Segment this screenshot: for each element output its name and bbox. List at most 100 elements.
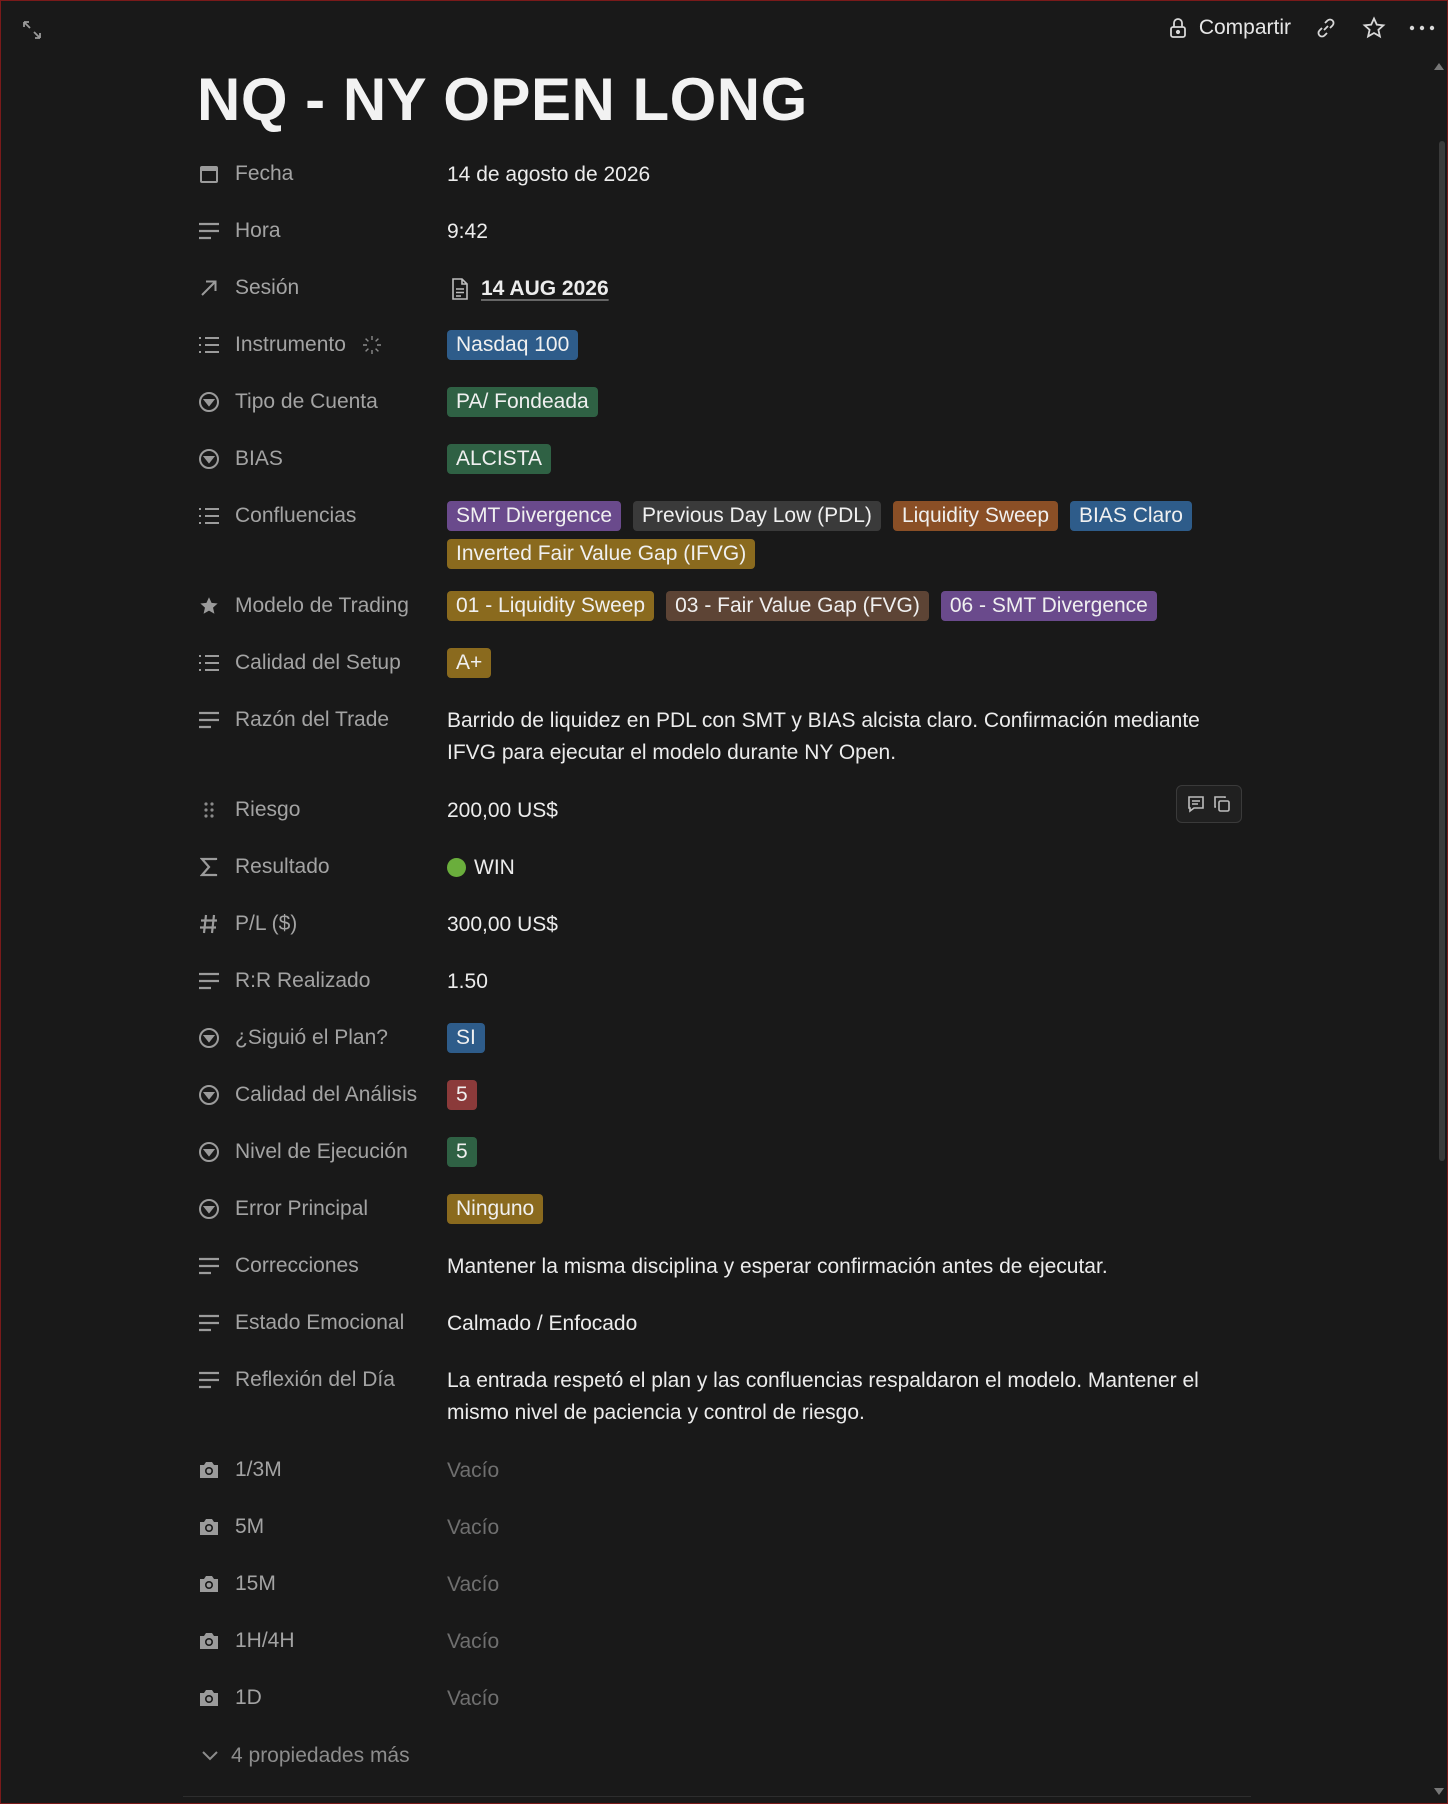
property-label[interactable]: Calidad del Análisis [197,1070,447,1120]
tipo-cuenta-tags[interactable]: PA/ Fondeada [447,377,598,417]
property-label[interactable]: ¿Siguió el Plan? [197,1013,447,1063]
property-label[interactable]: Resultado [197,842,447,892]
pl-value[interactable]: 300,00 US$ [447,899,1242,941]
sigma-icon [197,855,221,879]
property-label[interactable]: Modelo de Trading [197,581,447,631]
sesion-value: 14 AUG 2026 [481,277,609,300]
property-label[interactable]: Error Principal [197,1184,447,1234]
comment-icon[interactable] [1183,791,1209,817]
resultado-value[interactable]: WIN [447,842,1242,884]
drag-handle-icon[interactable] [197,798,221,822]
scrollbar-thumb[interactable] [1439,141,1445,1161]
property-label[interactable]: Sesión [197,263,447,313]
correcciones-value[interactable]: Mantener la misma disciplina y esperar c… [447,1241,1242,1283]
reflexion-value[interactable]: La entrada respetó el plan y las conflue… [447,1355,1242,1429]
tag[interactable]: A+ [447,648,492,678]
tag[interactable]: 01 - Liquidity Sweep [447,591,655,621]
property-label[interactable]: Estado Emocional [197,1298,447,1348]
more-properties-toggle[interactable]: 4 propiedades más [197,1743,410,1769]
share-button[interactable]: Compartir [1165,15,1291,41]
list-icon [197,651,221,675]
expand-icon[interactable] [19,17,45,43]
bias-tags[interactable]: ALCISTA [447,434,551,474]
text-lines-icon [197,219,221,243]
hora-value[interactable]: 9:42 [447,206,1242,248]
property-label[interactable]: Fecha [197,149,447,199]
property-reflexion: Reflexión del Día La entrada respetó el … [197,1355,1242,1445]
property-label[interactable]: Calidad del Setup [197,638,447,688]
property-label[interactable]: Confluencias [197,491,447,541]
estado-emocional-value[interactable]: Calmado / Enfocado [447,1298,1242,1340]
tag[interactable]: Inverted Fair Value Gap (IFVG) [447,539,756,569]
property-label[interactable]: BIAS [197,434,447,484]
property-pl: P/L ($) 300,00 US$ [197,899,1242,956]
nivel-ejecucion-tags[interactable]: 5 [447,1127,477,1167]
status-dot-icon [447,858,466,877]
property-tf-1-3m: 1/3M Vacío [197,1445,1242,1502]
property-label[interactable]: Nivel de Ejecución [197,1127,447,1177]
property-label[interactable]: R:R Realizado [197,956,447,1006]
error-principal-tags[interactable]: Ninguno [447,1184,544,1224]
tag[interactable]: ALCISTA [447,444,551,474]
property-label[interactable]: P/L ($) [197,899,447,949]
tag[interactable]: Nasdaq 100 [447,330,579,360]
scroll-down-arrow[interactable] [1434,1788,1444,1795]
share-label: Compartir [1198,16,1291,39]
tf-1-3m-value[interactable]: Vacío [447,1445,1242,1487]
tag[interactable]: 03 - Fair Value Gap (FVG) [666,591,929,621]
siguio-plan-tags[interactable]: SI [447,1013,485,1053]
tag[interactable]: Ninguno [447,1194,544,1224]
property-label[interactable]: 5M [197,1502,447,1552]
property-label[interactable]: 1H/4H [197,1616,447,1666]
tag[interactable]: PA/ Fondeada [447,387,598,417]
tag[interactable]: 06 - SMT Divergence [940,591,1157,621]
tag[interactable]: 5 [447,1137,477,1167]
property-label[interactable]: 1/3M [197,1445,447,1495]
razon-value[interactable]: Barrido de liquidez en PDL con SMT y BIA… [447,695,1242,769]
calidad-setup-tags[interactable]: A+ [447,638,492,678]
tag[interactable]: Liquidity Sweep [892,501,1059,531]
chevron-down-icon [197,1743,223,1769]
tf-1d-value[interactable]: Vacío [447,1673,1242,1715]
copy-icon[interactable] [1209,791,1235,817]
page-icon [447,276,473,302]
property-label[interactable]: 15M [197,1559,447,1609]
property-sesion: Sesión 14 AUG 2026 [197,263,1242,320]
link-icon[interactable] [1313,15,1339,41]
tag[interactable]: SMT Divergence [447,501,622,531]
rr-value[interactable]: 1.50 [447,956,1242,998]
select-circle-icon [197,390,221,414]
camera-icon [197,1458,221,1482]
scroll-up-arrow[interactable] [1434,63,1444,70]
tag[interactable]: Previous Day Low (PDL) [633,501,881,531]
property-label[interactable]: Razón del Trade [197,695,447,745]
modelo-tags[interactable]: 01 - Liquidity Sweep 03 - Fair Value Gap… [447,581,1157,621]
property-razon: Razón del Trade Barrido de liquidez en P… [197,695,1242,785]
star-icon[interactable] [1361,15,1387,41]
tag[interactable]: 5 [447,1080,477,1110]
confluencias-tags[interactable]: SMT Divergence Previous Day Low (PDL) Li… [447,491,1242,569]
property-label[interactable]: Tipo de Cuenta [197,377,447,427]
fecha-value[interactable]: 14 de agosto de 2026 [447,149,1242,191]
tf-15m-value[interactable]: Vacío [447,1559,1242,1601]
tag[interactable]: SI [447,1023,485,1053]
property-label[interactable]: Hora [197,206,447,256]
page-title[interactable]: NQ - NY OPEN LONG [197,65,808,134]
sesion-link[interactable]: 14 AUG 2026 [447,273,1242,305]
tf-5m-value[interactable]: Vacío [447,1502,1242,1544]
property-label[interactable]: 1D [197,1673,447,1723]
tag[interactable]: BIAS Claro [1070,501,1192,531]
property-label[interactable]: Riesgo [197,785,447,835]
calidad-analisis-tags[interactable]: 5 [447,1070,477,1110]
property-bias: BIAS ALCISTA [197,434,1242,491]
riesgo-value[interactable]: 200,00 US$ [447,785,1242,827]
property-label[interactable]: Correcciones [197,1241,447,1291]
more-icon[interactable] [1409,15,1435,41]
property-label[interactable]: Reflexión del Día [197,1355,447,1405]
property-error-principal: Error Principal Ninguno [197,1184,1242,1241]
property-label[interactable]: Instrumento [197,320,447,370]
instrumento-tags[interactable]: Nasdaq 100 [447,320,579,360]
text-lines-icon [197,1368,221,1392]
tf-1h4h-value[interactable]: Vacío [447,1616,1242,1658]
property-instrumento: Instrumento Nasdaq 100 [197,320,1242,377]
